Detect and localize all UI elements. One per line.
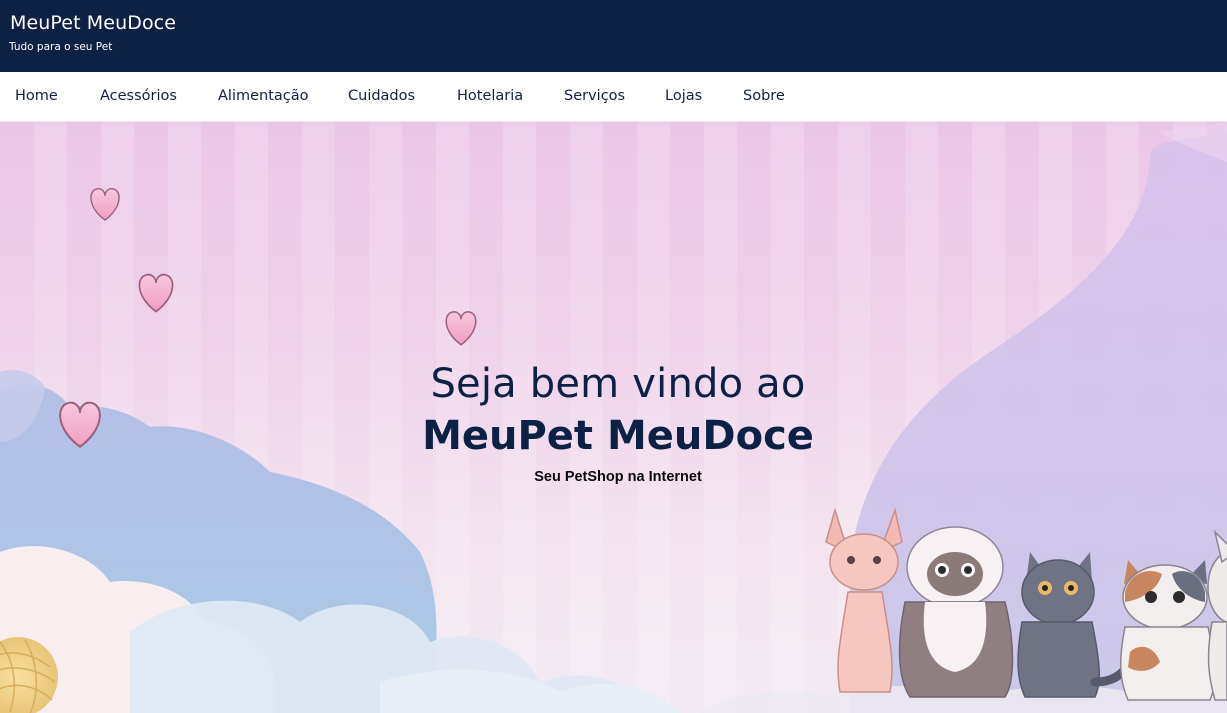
nav-item-home[interactable]: Home	[15, 88, 58, 104]
heart-icon	[138, 273, 174, 313]
heart-icon	[445, 311, 477, 346]
site-title[interactable]: MeuPet MeuDoce	[10, 12, 176, 34]
nav-item-hotelaria[interactable]: Hotelaria	[457, 88, 523, 104]
hero-banner: Seja bem vindo ao MeuPet MeuDoce Seu Pet…	[0, 122, 1227, 713]
nav-item-cuidados[interactable]: Cuidados	[348, 88, 415, 104]
hero-heading-line1: Seja bem vindo ao	[430, 361, 806, 407]
main-nav: Home Acessórios Alimentação Cuidados Hot…	[0, 72, 1227, 122]
nav-item-servicos[interactable]: Serviços	[564, 88, 625, 104]
hero-heading-line2: MeuPet MeuDoce	[422, 413, 814, 459]
hero-heading: Seja bem vindo ao MeuPet MeuDoce	[0, 360, 1227, 460]
nav-item-lojas[interactable]: Lojas	[665, 88, 702, 104]
site-header: MeuPet MeuDoce Tudo para o seu Pet	[0, 0, 1227, 72]
nav-item-acessorios[interactable]: Acessórios	[100, 88, 177, 104]
nav-item-alimentacao[interactable]: Alimentação	[218, 88, 309, 104]
nav-item-sobre[interactable]: Sobre	[743, 88, 785, 104]
hero-subtitle: Seu PetShop na Internet	[534, 469, 702, 485]
site-tagline: Tudo para o seu Pet	[9, 41, 113, 53]
heart-icon	[90, 188, 120, 221]
